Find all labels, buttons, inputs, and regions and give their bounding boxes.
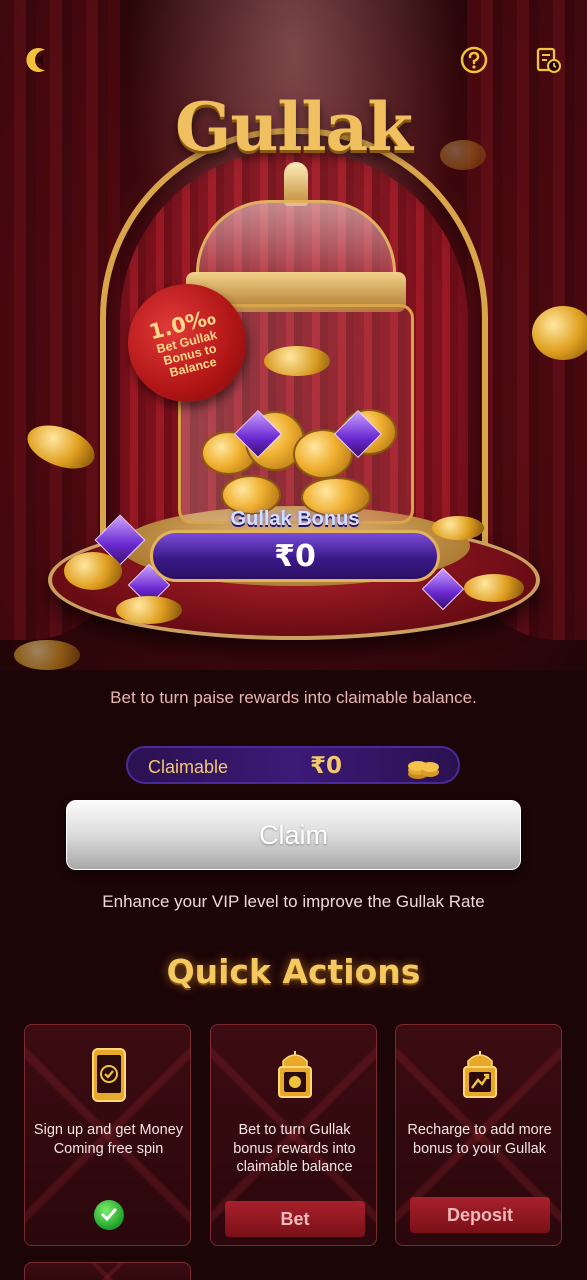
claimable-label: Claimable xyxy=(148,757,229,777)
phone-check-icon xyxy=(92,1048,126,1102)
bet-button[interactable]: Bet xyxy=(225,1201,365,1237)
hint-text: Bet to turn paise rewards into claimable… xyxy=(110,688,477,707)
claim-button[interactable]: Claim xyxy=(66,800,521,870)
card-text: Bet to turn Gullak bonus rewards into cl… xyxy=(233,1122,356,1175)
quick-action-card-partial xyxy=(24,1262,191,1280)
coin-decoration xyxy=(14,640,80,670)
deposit-button[interactable]: Deposit xyxy=(410,1197,550,1233)
gullak-deposit-icon xyxy=(463,1051,497,1098)
card-text: Sign up and get Money Coming free spin xyxy=(33,1122,184,1157)
page-title: Gullak xyxy=(175,88,413,166)
slot-coin xyxy=(264,346,330,376)
help-icon xyxy=(460,46,488,74)
coin-decoration xyxy=(116,596,182,624)
quick-actions-title: Quick Actions xyxy=(166,952,421,991)
claimable-value: ₹0 xyxy=(310,753,343,779)
card-text: Recharge to add more bonus to your Gulla… xyxy=(407,1122,552,1157)
bonus-amount: ₹0 xyxy=(274,538,316,574)
coin-decoration xyxy=(64,552,122,590)
history-icon xyxy=(536,47,561,73)
claimable-bar: Claimable ₹0 xyxy=(126,746,460,784)
quick-action-deposit: Recharge to add more bonus to your Gulla… xyxy=(395,1024,562,1246)
quick-action-bet: Bet to turn Gullak bonus rewards into cl… xyxy=(210,1024,377,1246)
quick-action-signup: Sign up and get Money Coming free spin xyxy=(24,1024,191,1246)
coin-decoration xyxy=(432,516,484,540)
hero-stage: 1.0‰ Bet Gullak Bonus to Balance ₹0 Gull… xyxy=(0,0,587,670)
coin-pile xyxy=(181,391,411,521)
vip-hint: Enhance your VIP level to improve the Gu… xyxy=(102,892,485,911)
coin-stack-icon xyxy=(408,761,439,779)
back-icon xyxy=(26,48,45,72)
bonus-label: Gullak Bonus xyxy=(230,508,360,530)
history-button[interactable] xyxy=(528,40,568,80)
help-button[interactable] xyxy=(454,40,494,80)
gullak-bet-icon xyxy=(278,1051,312,1098)
check-icon xyxy=(94,1200,124,1230)
coin-decoration xyxy=(464,574,524,602)
bonus-plate: ₹0 xyxy=(150,530,440,582)
coin-decoration xyxy=(532,306,587,360)
top-bar xyxy=(0,40,587,86)
back-button[interactable] xyxy=(18,40,58,80)
